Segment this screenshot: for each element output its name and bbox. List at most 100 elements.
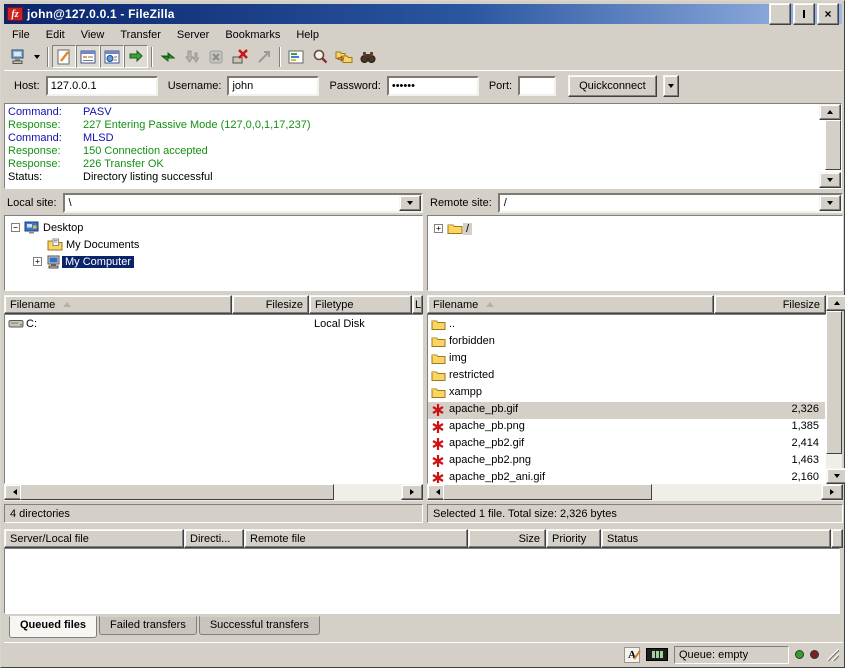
menu-bookmarks[interactable]: Bookmarks <box>217 27 288 43</box>
column-header-server-local-file[interactable]: Server/Local file <box>4 529 184 548</box>
tree-item-desktop[interactable]: − Desktop <box>11 219 86 236</box>
column-header-size[interactable]: Size <box>468 529 546 548</box>
image-file-icon <box>431 454 445 471</box>
table-row[interactable]: apache_pb2.gif 2,414 <box>428 436 825 453</box>
close-button[interactable]: × <box>817 3 839 25</box>
scroll-right-button[interactable] <box>401 484 423 500</box>
username-input[interactable] <box>227 76 319 96</box>
disconnect-button[interactable] <box>228 45 252 68</box>
minimize-button[interactable] <box>769 3 791 25</box>
menu-server[interactable]: Server <box>169 27 217 43</box>
table-row-selected[interactable]: apache_pb.gif 2,326 <box>428 402 825 419</box>
column-header-filename[interactable]: Filename <box>427 295 714 314</box>
tree-item-my-documents[interactable]: My Documents <box>47 236 142 253</box>
port-input[interactable] <box>518 76 556 96</box>
tree-item-my-computer[interactable]: + My Computer <box>33 253 134 270</box>
column-header-status[interactable]: Status <box>601 529 831 548</box>
file-type: Local Disk <box>314 318 365 330</box>
message-log[interactable]: Command:PASV Response:227 Entering Passi… <box>4 103 842 189</box>
find-files-button[interactable] <box>356 45 380 68</box>
remote-pane: Remote site: / + / Filename Filesize <box>427 193 843 523</box>
tab-successful-transfers[interactable]: Successful transfers <box>199 616 320 635</box>
queue-header: Server/Local file Directi... Remote file… <box>4 529 843 548</box>
table-row[interactable]: apache_pb.png 1,385 <box>428 419 825 436</box>
site-manager-dropdown-button[interactable] <box>30 45 44 68</box>
table-row[interactable]: forbidden <box>428 334 825 351</box>
table-row[interactable]: img <box>428 351 825 368</box>
expand-icon[interactable]: + <box>434 224 443 233</box>
local-file-list[interactable]: C: Local Disk <box>4 314 423 484</box>
local-site-combobox[interactable]: \ <box>63 193 423 213</box>
menu-edit[interactable]: Edit <box>38 27 73 43</box>
scrollbar-thumb[interactable] <box>443 484 652 500</box>
log-line: Response:150 Connection accepted <box>8 145 821 158</box>
log-scroll-up-button[interactable] <box>819 104 841 120</box>
scrollbar-thumb[interactable] <box>826 311 842 454</box>
column-header-direction[interactable]: Directi... <box>184 529 244 548</box>
column-header-filename[interactable]: Filename <box>4 295 232 314</box>
site-manager-button[interactable] <box>6 45 30 68</box>
reconnect-button[interactable] <box>252 45 276 68</box>
toolbar-separator <box>279 47 281 67</box>
table-row[interactable]: apache_pb2.png 1,463 <box>428 453 825 470</box>
compare-directories-button[interactable] <box>308 45 332 68</box>
scrollbar-thumb[interactable] <box>20 484 334 500</box>
table-row[interactable]: restricted <box>428 368 825 385</box>
queue-list[interactable] <box>4 548 840 614</box>
close-icon: × <box>825 9 832 19</box>
menu-view[interactable]: View <box>73 27 113 43</box>
expand-icon[interactable]: + <box>33 257 42 266</box>
file-size: 2,326 <box>715 403 819 415</box>
log-scroll-down-button[interactable] <box>819 172 841 188</box>
column-header-lastmodified[interactable]: L <box>412 295 423 314</box>
toggle-message-log-button[interactable] <box>52 45 76 68</box>
password-input[interactable] <box>387 76 479 96</box>
table-row[interactable]: C: Local Disk <box>5 317 422 334</box>
menu-file[interactable]: File <box>4 27 38 43</box>
toggle-local-tree-button[interactable] <box>76 45 100 68</box>
scroll-right-button[interactable] <box>821 484 843 500</box>
column-header-filesize[interactable]: Filesize <box>232 295 309 314</box>
toggle-remote-tree-button[interactable] <box>100 45 124 68</box>
cancel-operation-button[interactable] <box>204 45 228 68</box>
table-row[interactable]: xampp <box>428 385 825 402</box>
filter-button[interactable] <box>284 45 308 68</box>
transfer-type-icon[interactable]: A <box>624 647 640 663</box>
table-row[interactable]: apache_pb2_ani.gif 2,160 <box>428 470 825 484</box>
quickconnect-button[interactable]: Quickconnect <box>568 75 657 97</box>
host-input[interactable] <box>46 76 158 96</box>
column-header-priority[interactable]: Priority <box>546 529 601 548</box>
resize-grip[interactable] <box>827 649 839 661</box>
menu-help[interactable]: Help <box>288 27 327 43</box>
local-directory-tree[interactable]: − Desktop My Documents + <box>4 215 423 291</box>
tab-failed-transfers[interactable]: Failed transfers <box>99 616 197 635</box>
scroll-down-button[interactable] <box>826 468 845 484</box>
remote-directory-tree[interactable]: + / <box>427 215 843 291</box>
local-horizontal-scrollbar[interactable] <box>4 484 423 501</box>
remote-site-dropdown-button[interactable] <box>819 195 841 211</box>
quickconnect-dropdown-button[interactable] <box>663 75 679 97</box>
maximize-button[interactable] <box>793 3 815 25</box>
toggle-transfer-queue-button[interactable] <box>124 45 148 68</box>
scroll-up-button[interactable] <box>826 295 845 311</box>
log-scrollbar-thumb[interactable] <box>825 120 841 170</box>
speed-limit-icon[interactable] <box>646 648 668 661</box>
local-site-dropdown-button[interactable] <box>399 195 421 211</box>
remote-horizontal-scrollbar[interactable] <box>427 484 843 501</box>
column-header-filesize[interactable]: Filesize <box>714 295 826 314</box>
synchronized-browsing-button[interactable] <box>332 45 356 68</box>
collapse-icon[interactable]: − <box>11 223 20 232</box>
refresh-button[interactable] <box>156 45 180 68</box>
remote-vertical-scrollbar[interactable] <box>826 295 842 484</box>
remote-file-list[interactable]: .. forbidden img restricted xampp <box>427 314 826 484</box>
menu-transfer[interactable]: Transfer <box>112 27 169 43</box>
titlebar[interactable]: fz john@127.0.0.1 - FileZilla × <box>4 4 842 24</box>
tree-item-root[interactable]: + / <box>434 220 472 237</box>
process-queue-button[interactable] <box>180 45 204 68</box>
column-header-filetype[interactable]: Filetype <box>309 295 412 314</box>
column-header-remote-file[interactable]: Remote file <box>244 529 468 548</box>
table-row[interactable]: .. <box>428 317 825 334</box>
remote-site-combobox[interactable]: / <box>498 193 843 213</box>
tab-queued-files[interactable]: Queued files <box>9 616 97 638</box>
desktop-icon <box>24 221 40 235</box>
